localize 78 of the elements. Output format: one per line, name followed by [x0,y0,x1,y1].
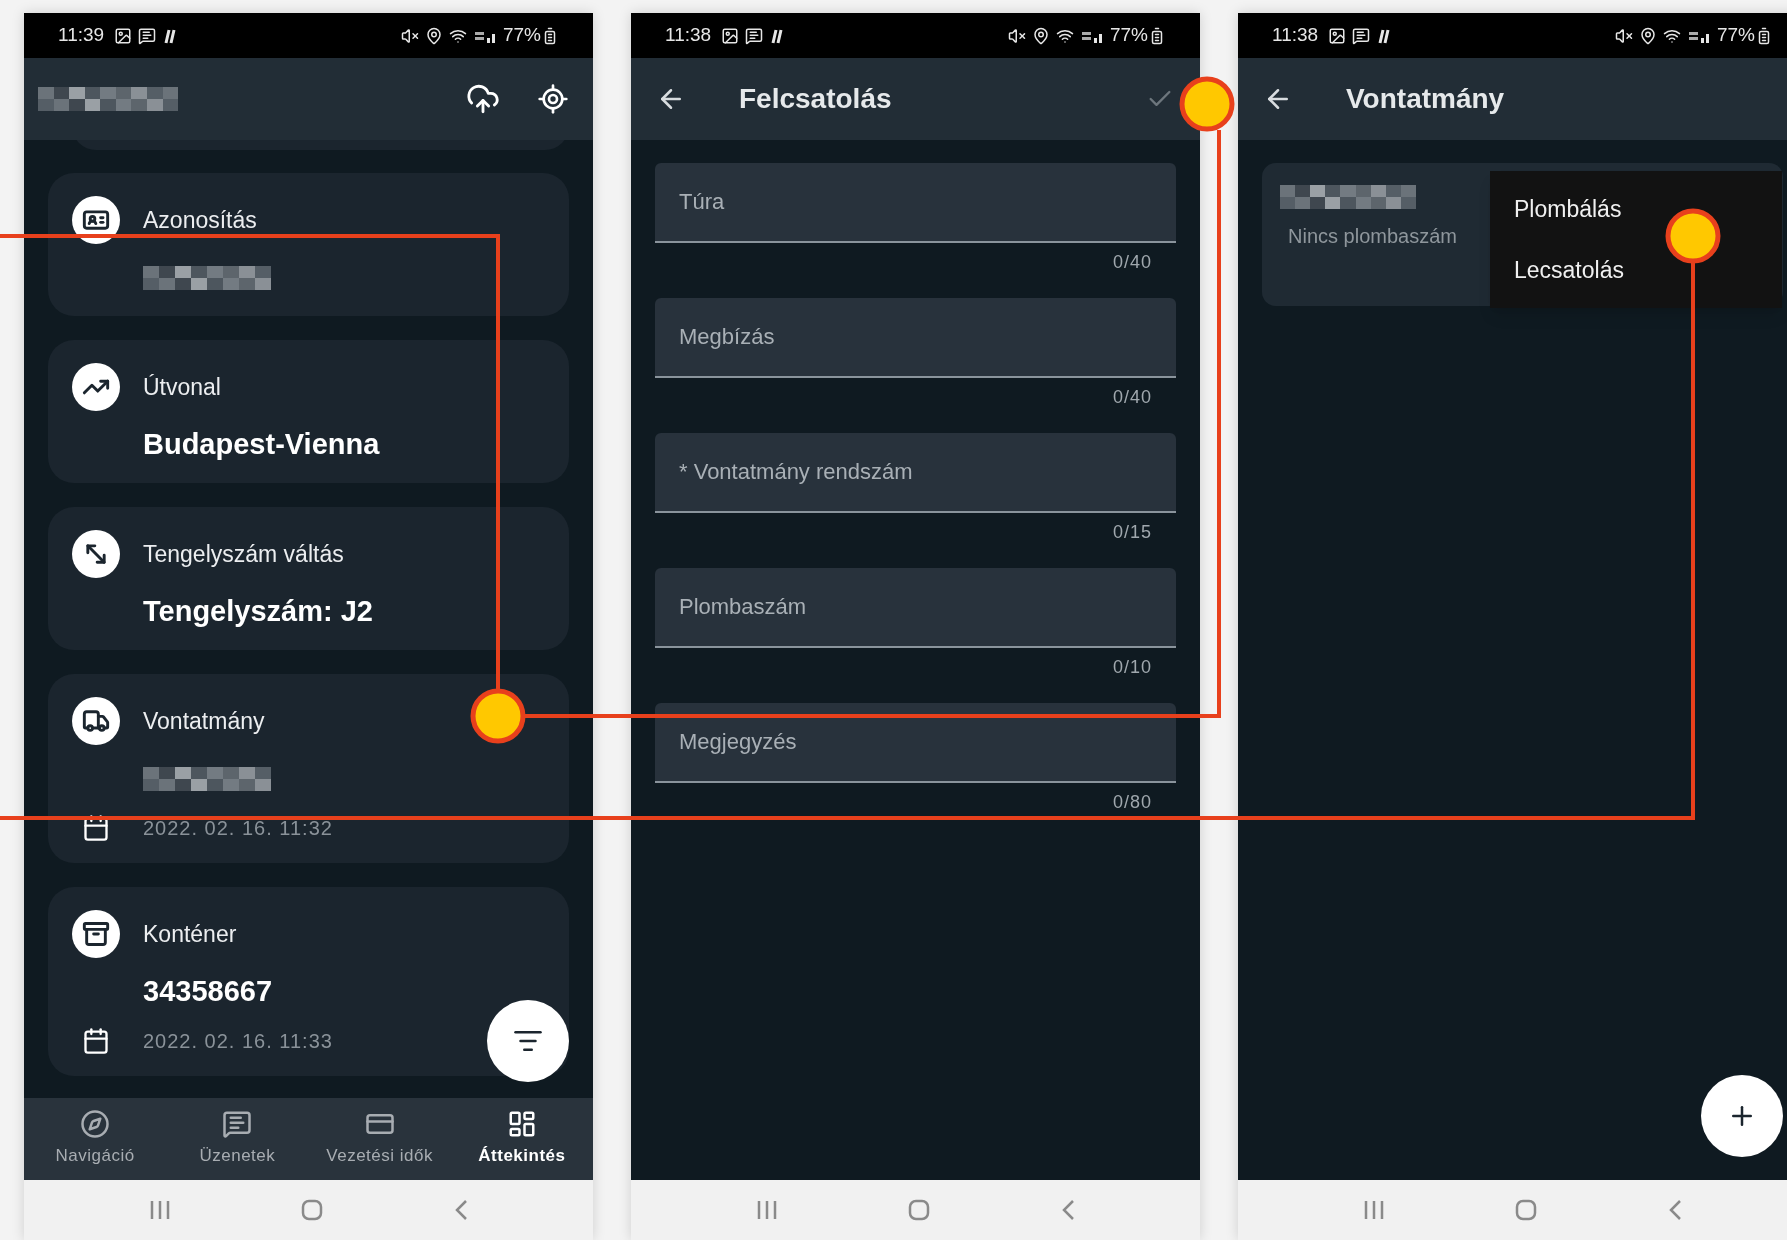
summary-card[interactable]: Konténer 34358667 2022. 02. 16. 11:33 [48,887,569,1076]
text-field[interactable]: Megbízás [655,298,1176,378]
mute-icon [1007,26,1026,45]
character-counter: 0/40 [1112,386,1152,409]
card-date: 2022. 02. 16. 11:32 [143,816,333,841]
message-icon [745,26,764,45]
menu-item[interactable]: Plombálás [1514,192,1622,227]
text-field[interactable]: Plombaszám [655,568,1176,648]
nav-tab[interactable]: Navigáció [24,1098,167,1180]
nav-tab[interactable]: Vezetési idők [308,1098,451,1180]
summary-card[interactable]: Vontatmány 2022. 02. 16. 11:32 [48,674,569,863]
summary-card[interactable]: Azonosítás [48,173,569,316]
back-icon [1667,1199,1682,1221]
card-title: Konténer [143,919,237,949]
slash-marks-icon [162,27,177,44]
menu-item[interactable]: Lecsatolás [1514,252,1624,287]
recent-apps-icon [756,1200,779,1220]
battery-percentage: 77% [502,23,541,48]
home-icon [301,1199,324,1221]
compass-icon [80,1109,111,1140]
character-counter: 0/40 [1112,251,1152,274]
slash-marks-icon [769,27,784,44]
mute-icon [400,26,419,45]
slash-marks-icon [1376,27,1391,44]
truck-icon [72,697,120,745]
summary-card[interactable]: Útvonal Budapest-Vienna [48,340,569,483]
text-field[interactable]: * Vontatmány rendszám [655,433,1176,513]
mute-icon [1614,26,1633,45]
text-field[interactable]: Túra [655,163,1176,243]
location-pin-icon [424,26,443,45]
seal-number-status: Nincs plombaszám [1288,224,1457,249]
image-icon [721,26,740,45]
screen-title: Felcsatolás [739,82,892,116]
card-title: Útvonal [143,372,221,402]
callout-dot [1665,208,1721,264]
character-counter: 0/80 [1112,791,1152,814]
recent-apps-icon [149,1200,172,1220]
message-icon [1352,26,1371,45]
clock: 11:38 [665,23,712,48]
drawer-icon [72,910,120,958]
location-pin-icon [1638,26,1657,45]
clock: 11:38 [1272,23,1319,48]
image-icon [114,26,133,45]
character-counter: 0/10 [1112,656,1152,679]
back-icon [1060,1199,1075,1221]
battery-percentage: 77% [1716,23,1755,48]
card-value: Tengelyszám: J2 [143,594,373,630]
back-icon [453,1199,468,1221]
summary-card[interactable]: Tengelyszám váltás Tengelyszám: J2 [48,507,569,650]
crosshair-icon [537,83,569,115]
character-counter: 0/15 [1112,521,1152,544]
text-field[interactable]: Megjegyzés [655,703,1176,783]
message-icon [222,1109,253,1140]
home-icon [1515,1199,1538,1221]
message-icon [138,26,157,45]
cloud-upload-icon [466,82,500,116]
location-pin-icon [1031,26,1050,45]
card-value: 34358667 [143,974,273,1010]
calendar-icon [82,1027,110,1055]
card-title: Tengelyszám váltás [143,539,344,569]
card-title: Vontatmány [143,706,265,736]
diagonal-arrows-icon [72,530,120,578]
card-title: Azonosítás [143,205,257,235]
image-icon [1328,26,1347,45]
nav-tab[interactable]: Áttekintés [450,1098,593,1180]
battery-percentage: 77% [1109,23,1148,48]
id-card-icon [72,196,120,244]
callout-dot [1179,76,1235,132]
card-date: 2022. 02. 16. 11:33 [143,1029,333,1054]
calendar-icon [82,814,110,842]
recent-apps-icon [1363,1200,1386,1220]
nav-tab[interactable]: Üzenetek [166,1098,309,1180]
home-icon [908,1199,931,1221]
callout-dot [470,688,526,744]
trailer-card[interactable]: Nincs plombaszám Plombálás Lecsatolás [1262,163,1783,306]
clock: 11:39 [58,23,105,48]
screen-title: Vontatmány [1346,82,1505,116]
card-value: Budapest-Vienna [143,427,380,463]
